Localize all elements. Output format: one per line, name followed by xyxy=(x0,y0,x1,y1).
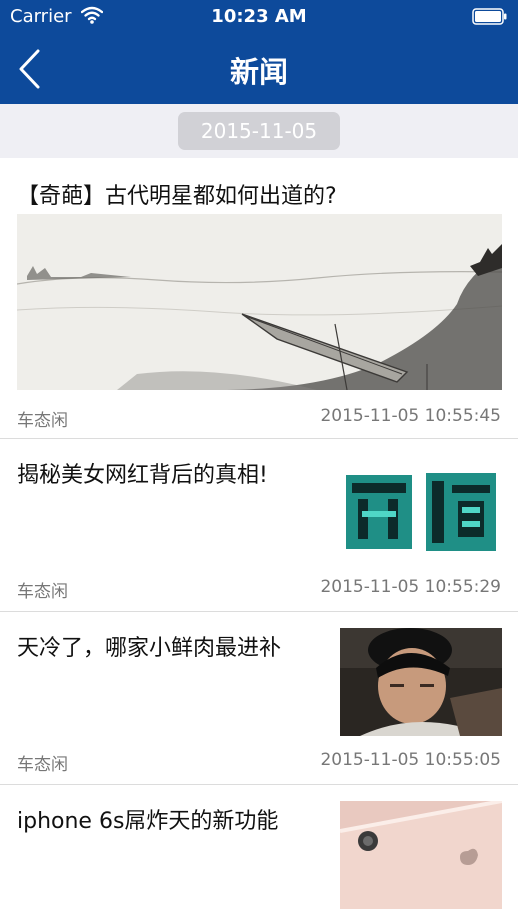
news-source: 车态闲 xyxy=(17,755,68,775)
news-timestamp: 2015-11-05 10:55:05 xyxy=(320,750,501,770)
news-title: iphone 6s屌炸天的新功能 xyxy=(17,809,279,834)
news-image xyxy=(17,214,502,390)
news-timestamp: 2015-11-05 10:55:29 xyxy=(320,577,501,597)
news-title: 【奇葩】古代明星都如何出道的? xyxy=(17,184,337,209)
news-thumbnail xyxy=(340,455,502,563)
news-timestamp: 2015-11-05 10:55:45 xyxy=(320,406,501,426)
news-source: 车态闲 xyxy=(17,582,68,602)
navigation-bar: 新闻 xyxy=(0,34,518,104)
news-thumbnail xyxy=(340,628,502,736)
news-item[interactable]: 【奇葩】古代明星都如何出道的? 车态闲 2015-11-05 10:55:45 xyxy=(0,158,518,438)
status-bar: Carrier 10:23 AM xyxy=(0,0,518,34)
news-item[interactable]: iphone 6s屌炸天的新功能 xyxy=(0,785,518,920)
news-source: 车态闲 xyxy=(17,411,68,431)
news-thumbnail xyxy=(340,801,502,909)
news-title: 揭秘美女网红背后的真相! xyxy=(17,463,268,488)
news-title: 天冷了，哪家小鲜肉最进补 xyxy=(17,636,282,661)
news-item[interactable]: 天冷了，哪家小鲜肉最进补 车态闲 2015-11-05 10:55:05 xyxy=(0,612,518,784)
news-item[interactable]: 揭秘美女网红背后的真相! 车态闲 2015-11-05 10:55:29 xyxy=(0,439,518,611)
clock: 10:23 AM xyxy=(211,6,307,27)
date-section-header: 2015-11-05 xyxy=(0,104,518,158)
page-title: 新闻 xyxy=(229,55,288,89)
battery-icon xyxy=(472,8,507,25)
date-badge: 2015-11-05 xyxy=(178,112,340,150)
